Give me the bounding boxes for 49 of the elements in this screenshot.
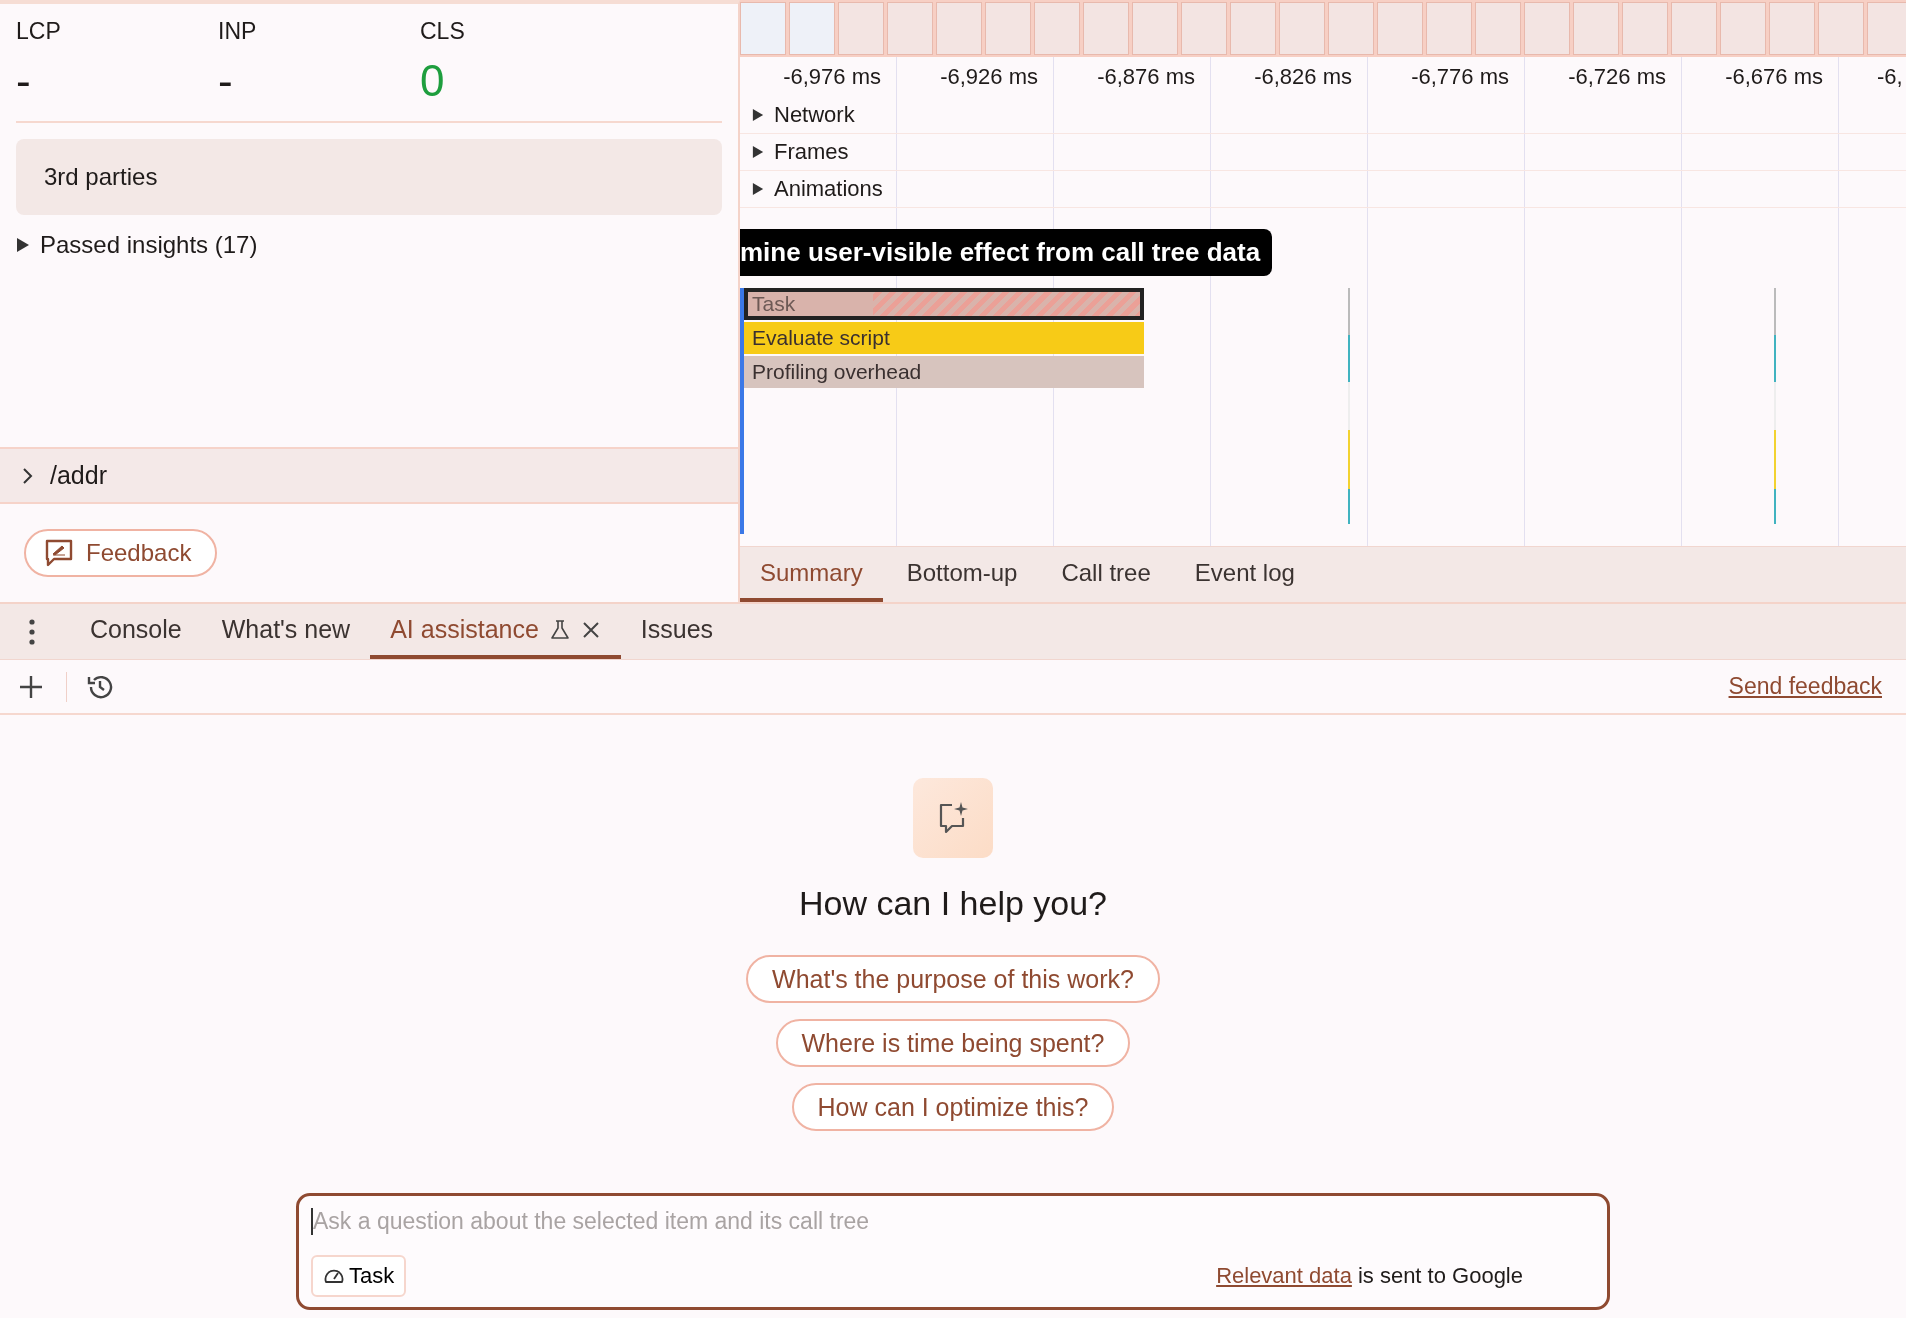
expand-triangle-icon[interactable] [752,182,764,196]
drawer-tab[interactable]: AI assistance [370,604,621,659]
flame-chart-bar[interactable]: Profiling overhead [744,356,1144,388]
privacy-notice: Relevant data is sent to Google [1216,1263,1523,1289]
chevron-icon[interactable] [22,465,34,486]
details-tab[interactable]: Bottom-up [886,547,1038,602]
time-tick-label: -6, [1877,64,1903,89]
insight-card[interactable]: 3rd parties [16,139,722,215]
suggestion-chip[interactable]: How can I optimize this? [791,1083,1115,1131]
time-tick-label: -6,926 ms [940,64,1038,89]
metric-label: INP [218,18,257,45]
gauge-icon [323,1267,345,1285]
expand-triangle-icon[interactable] [752,108,764,122]
suggestion-chip[interactable]: What's the purpose of this work? [746,955,1160,1003]
feedback-icon [44,539,74,567]
drawer-tab[interactable]: Console [70,604,202,659]
drawer-tab[interactable]: What's new [201,604,371,659]
details-tab[interactable]: Call tree [1041,547,1171,602]
metric-label: CLS [420,18,465,45]
metric-value: - [16,57,31,105]
metric-label: LCP [16,18,61,45]
time-tick-label: -6,726 ms [1568,64,1666,89]
suggestion-chip[interactable]: Where is time being spent? [775,1019,1131,1067]
drawer-tab[interactable]: Issues [620,604,734,659]
route-label[interactable]: /addr [50,461,107,490]
tooltip: mine user-visible effect from call tree data [740,229,1273,276]
time-tick-label: -6,876 ms [1097,64,1195,89]
metric-value: 0 [420,57,445,105]
feedback-button[interactable]: Feedback [24,529,218,577]
question-input[interactable]: Ask a question about the selected item and its call tree [311,1208,1213,1235]
expand-triangle-icon[interactable] [16,237,30,253]
track-label[interactable]: Network [774,102,855,128]
metric-value: - [218,57,233,105]
track-label[interactable]: Animations [774,176,883,202]
passed-insights-toggle[interactable]: Passed insights (17) [40,231,258,259]
expand-triangle-icon[interactable] [752,145,764,159]
flame-chart-bar[interactable]: Evaluate script [744,322,1144,354]
send-feedback-link[interactable]: Send feedback [1728,673,1882,700]
time-tick-label: -6,776 ms [1411,64,1509,89]
more-menu-icon[interactable] [26,617,38,646]
context-chip[interactable]: Task [311,1255,407,1297]
time-tick-label: -6,676 ms [1725,64,1823,89]
time-tick-label: -6,826 ms [1254,64,1352,89]
details-tab[interactable]: Event log [1174,547,1315,602]
assistant-heading: How can I help you? [798,884,1108,923]
time-tick-label: -6,976 ms [783,64,881,89]
close-icon[interactable] [580,619,601,640]
relevant-data-link[interactable]: Relevant data [1216,1263,1352,1288]
track-label[interactable]: Frames [774,139,849,165]
